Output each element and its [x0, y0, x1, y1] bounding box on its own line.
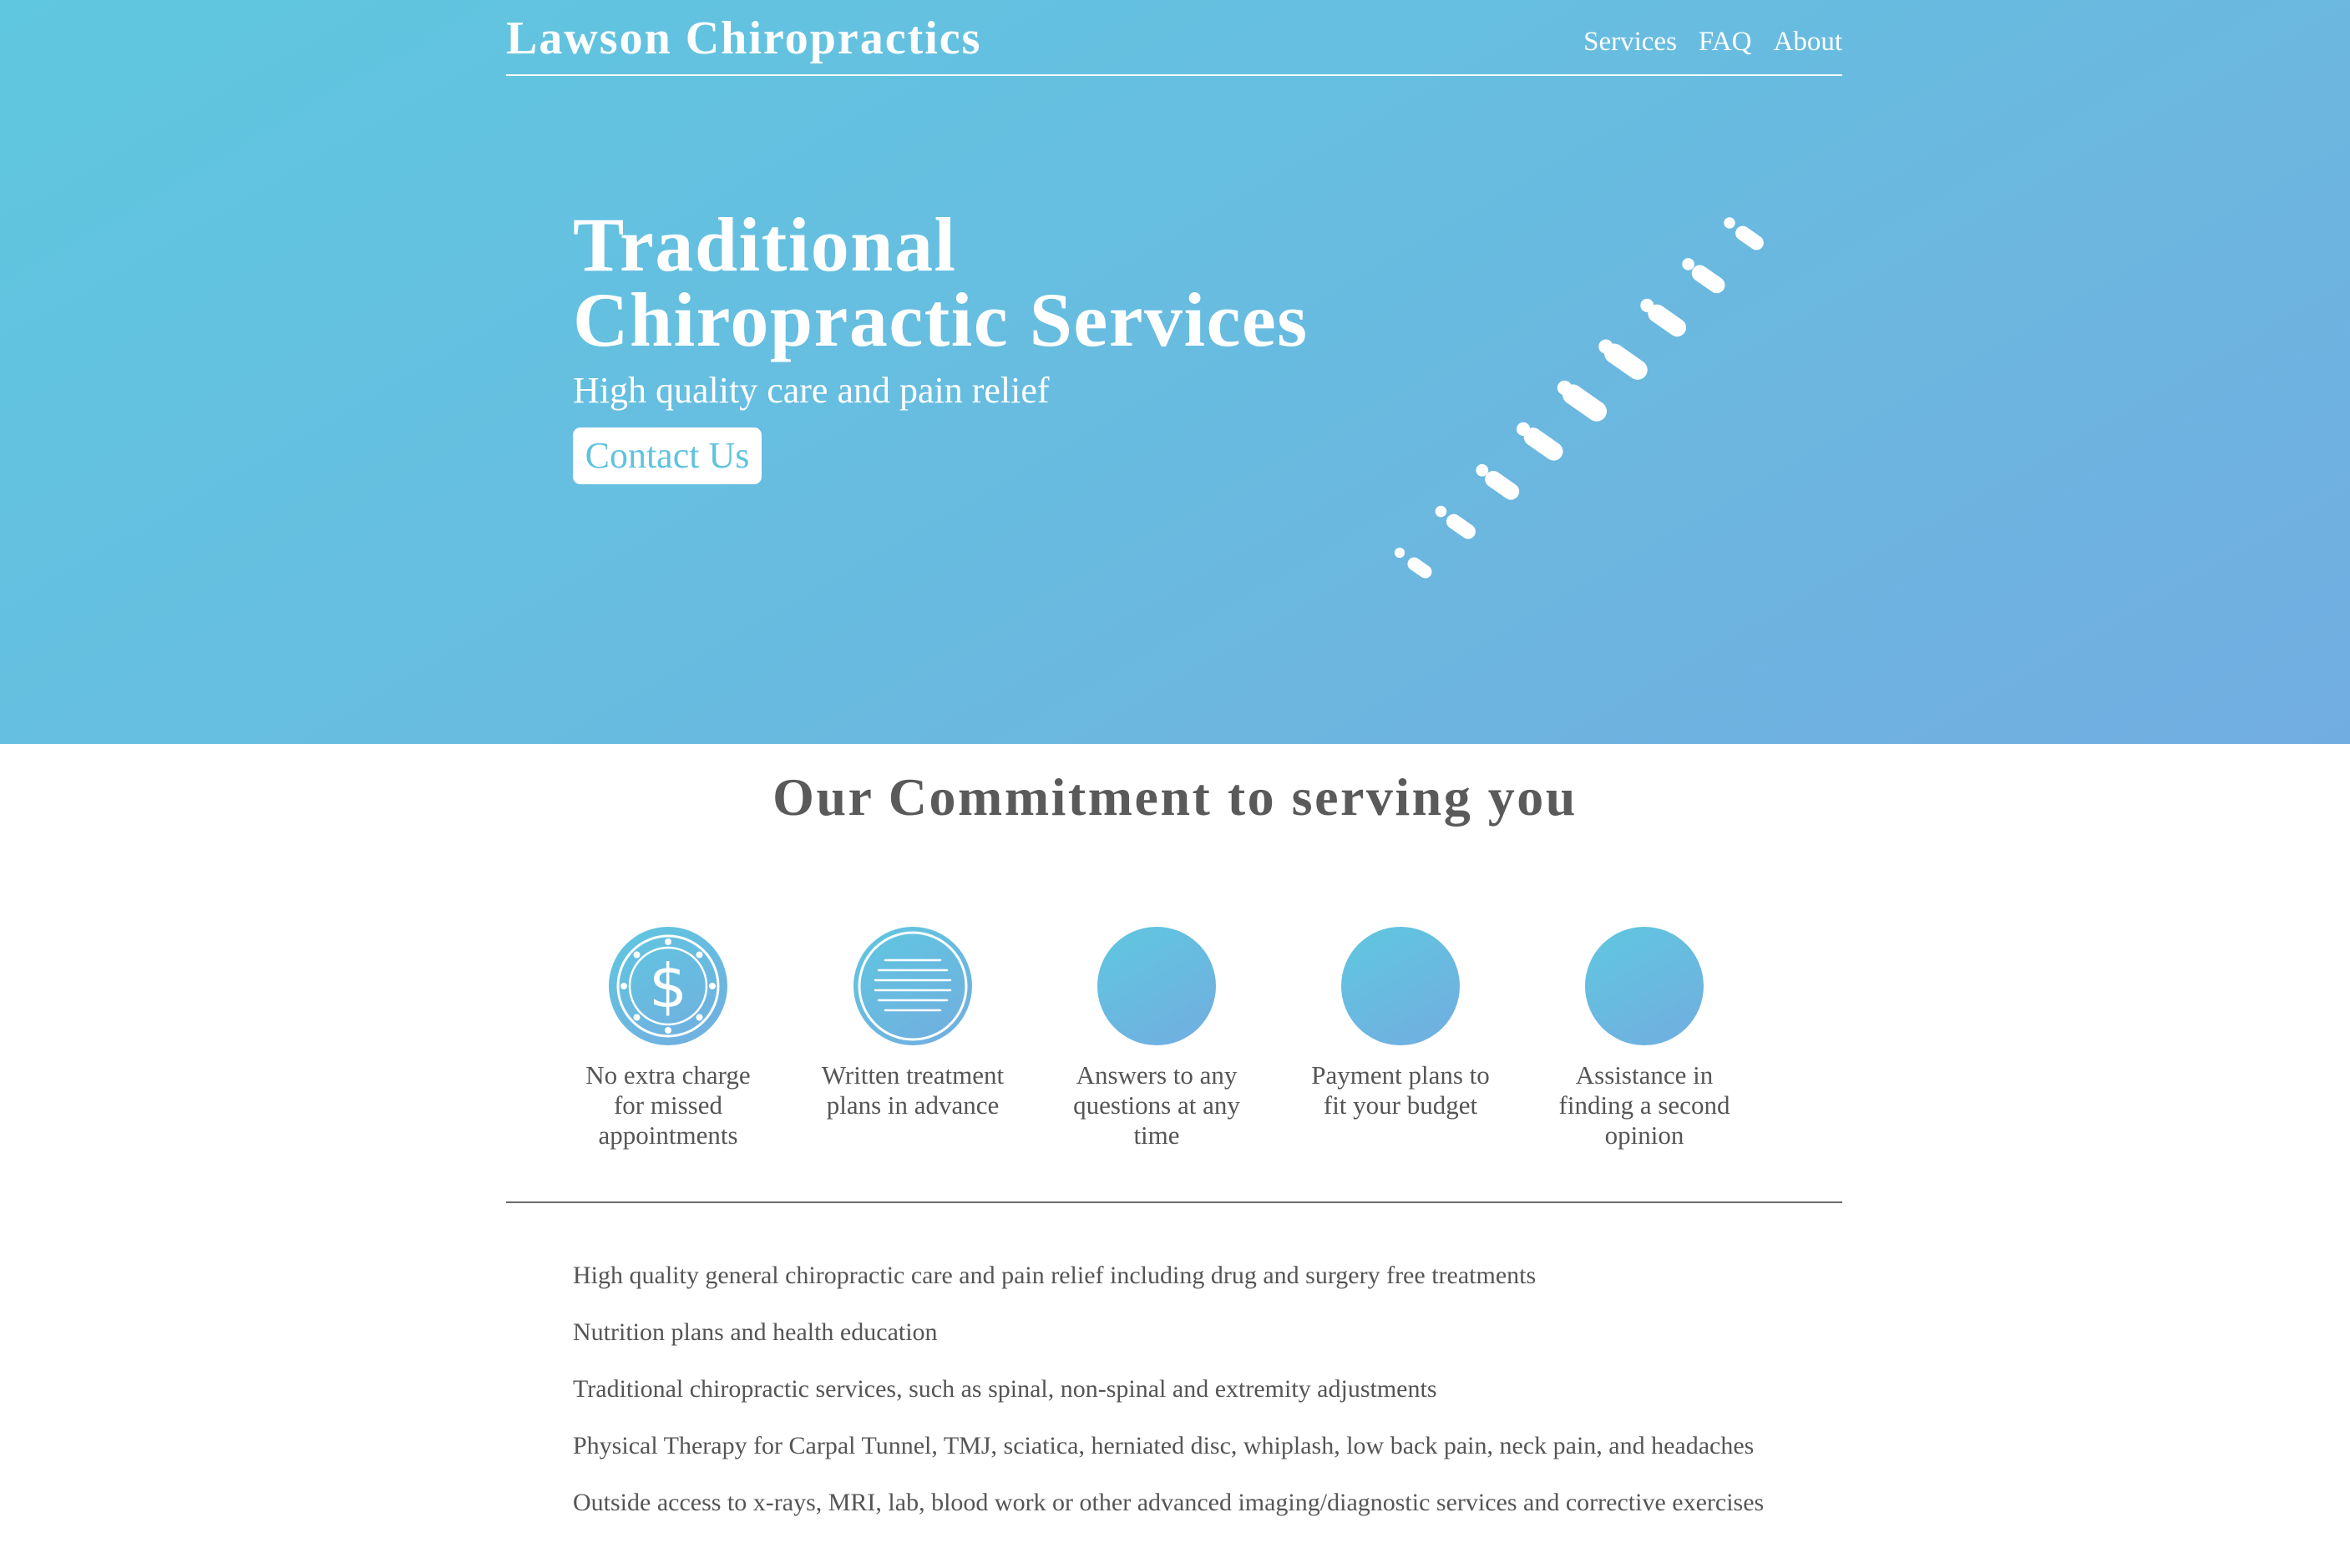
document-lines-icon: [853, 927, 972, 1045]
brand-logo-text[interactable]: Lawson Chiropractics: [506, 12, 981, 65]
nav-link-faq[interactable]: FAQ: [1699, 27, 1752, 58]
spine-icon: [1394, 217, 1764, 579]
feature-item: Written treatment plans in advance: [813, 927, 1013, 1120]
hero-banner: Lawson Chiropractics Services FAQ About …: [0, 0, 2350, 744]
feature-label: Answers to any questions at any time: [1073, 1060, 1240, 1150]
feature-item: Answers to any questions at any time: [1056, 927, 1257, 1151]
hero-title-line-1: Traditional: [573, 202, 957, 287]
contact-us-button[interactable]: Contact Us: [573, 427, 762, 484]
commitment-features: $ No extra charge for missed appointment…: [568, 927, 1787, 1161]
section-divider: [506, 1201, 1842, 1203]
feature-label: Written treatment plans in advance: [821, 1060, 1005, 1120]
nav-links: Services FAQ About: [1583, 27, 1842, 58]
feature-item: $ No extra charge for missed appointment…: [568, 927, 768, 1151]
feature-label: No extra charge for missed appointments: [585, 1060, 751, 1150]
feature-label: Payment plans to fit your budget: [1311, 1060, 1490, 1120]
feature-item: Assistance in finding a second opinion: [1544, 927, 1745, 1151]
hero-title-line-2: Chiropractic Services: [573, 277, 1309, 362]
feature-label: Assistance in finding a second opinion: [1558, 1060, 1730, 1150]
commitment-title: Our Commitment to serving you: [772, 767, 1578, 827]
blank-circle-icon: [1341, 927, 1460, 1045]
service-item: Outside access to x-rays, MRI, lab, bloo…: [573, 1489, 1765, 1516]
service-item: Nutrition plans and health education: [573, 1318, 938, 1346]
nav-link-services[interactable]: Services: [1583, 27, 1677, 58]
svg-text:$: $: [649, 951, 687, 1021]
feature-item: Payment plans to fit your budget: [1300, 927, 1501, 1120]
service-item: Traditional chiropractic services, such …: [573, 1375, 1437, 1403]
service-item: Physical Therapy for Carpal Tunnel, TMJ,…: [573, 1432, 1755, 1459]
services-list: High quality general chiropractic care a…: [573, 1261, 1775, 1545]
blank-circle-icon: [1097, 927, 1216, 1045]
hero-title: Traditional Chiropractic Services: [573, 202, 1309, 362]
top-nav: Lawson Chiropractics Services FAQ About: [506, 0, 1842, 76]
blank-circle-icon: [1585, 927, 1704, 1045]
hero-subtitle: High quality care and pain relief: [573, 370, 1050, 411]
nav-link-about[interactable]: About: [1774, 27, 1843, 58]
dollar-coin-icon: $: [609, 927, 727, 1045]
service-item: High quality general chiropractic care a…: [573, 1262, 1537, 1289]
